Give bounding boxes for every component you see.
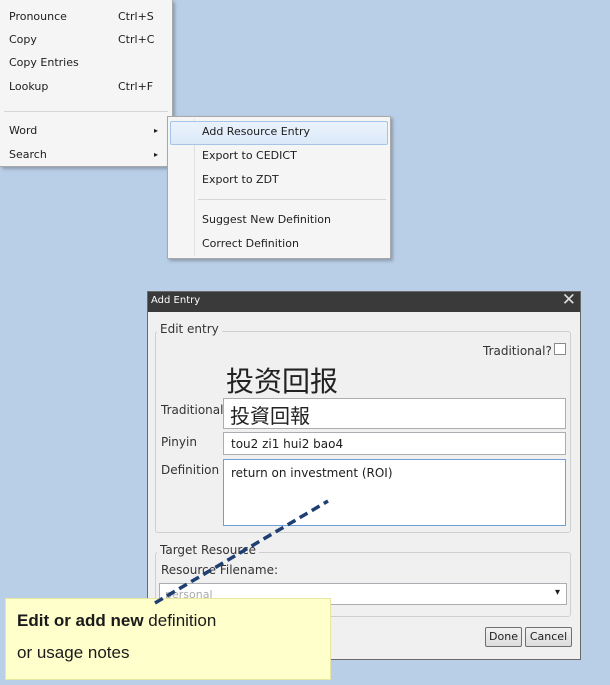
annotation-arrow	[154, 499, 329, 605]
dashed-pointer-line	[154, 499, 329, 605]
